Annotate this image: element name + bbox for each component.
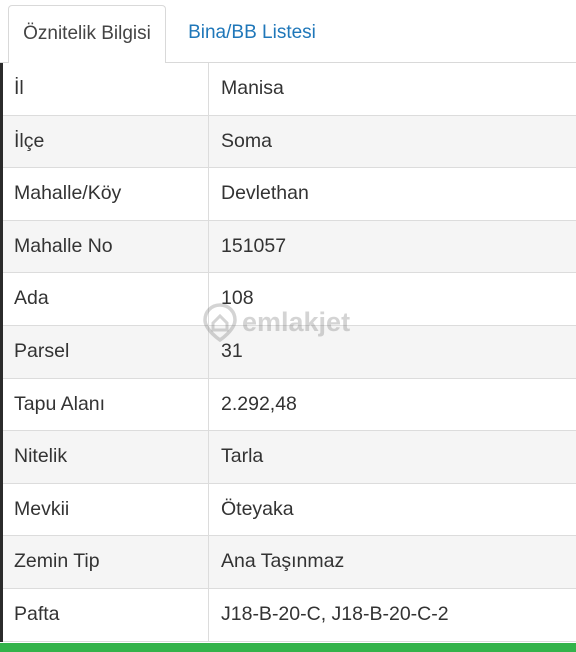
row-key: İlçe xyxy=(3,115,209,168)
row-key: Mahalle No xyxy=(3,220,209,273)
row-value: J18-B-20-C, J18-B-20-C-2 xyxy=(221,602,449,625)
row-key: Tapu Alanı xyxy=(3,378,209,431)
row-key: Pafta xyxy=(3,588,209,641)
table-row: Parsel 31 xyxy=(3,325,576,379)
table-row: Mahalle No 151057 xyxy=(3,220,576,274)
row-value: 151057 xyxy=(221,234,287,257)
row-key: Zemin Tip xyxy=(3,536,209,588)
row-value: 31 xyxy=(221,339,243,362)
row-value: Öteyaka xyxy=(221,497,294,520)
tab-bina-bb-listesi[interactable]: Bina/BB Listesi xyxy=(172,5,332,64)
tab-bar: Öznitelik Bilgisi Bina/BB Listesi xyxy=(0,0,576,64)
row-key: Mevkii xyxy=(3,483,209,536)
table-row: Ada 108 xyxy=(3,273,576,326)
row-key: Mahalle/Köy xyxy=(3,168,209,220)
row-value: Soma xyxy=(221,129,272,152)
row-value: Manisa xyxy=(221,77,284,99)
table-row: Zemin Tip Ana Taşınmaz xyxy=(3,536,576,589)
tab-oznitelik-bilgisi[interactable]: Öznitelik Bilgisi xyxy=(8,5,166,64)
row-value: Devlethan xyxy=(221,182,309,205)
table-row: İlçe Soma xyxy=(3,115,576,169)
table-row: Mahalle/Köy Devlethan xyxy=(3,168,576,221)
table-row: İl Manisa xyxy=(3,63,576,116)
row-key: Ada xyxy=(3,273,209,325)
table-row: Tapu Alanı 2.292,48 xyxy=(3,378,576,432)
table-row: Nitelik Tarla xyxy=(3,431,576,484)
row-key: İl xyxy=(3,63,209,115)
row-key: Nitelik xyxy=(3,431,209,483)
attribute-table: İl Manisa İlçe Soma Mahalle/Köy Devletha… xyxy=(0,63,576,642)
table-row: Pafta J18-B-20-C, J18-B-20-C-2 xyxy=(3,588,576,642)
row-key: Parsel xyxy=(3,325,209,378)
row-value: Tarla xyxy=(221,445,264,468)
table-row: Mevkii Öteyaka xyxy=(3,483,576,537)
row-value: 108 xyxy=(221,287,254,310)
row-value: 2.292,48 xyxy=(221,392,297,415)
row-value: Ana Taşınmaz xyxy=(221,550,345,573)
footer-bar xyxy=(0,643,576,652)
